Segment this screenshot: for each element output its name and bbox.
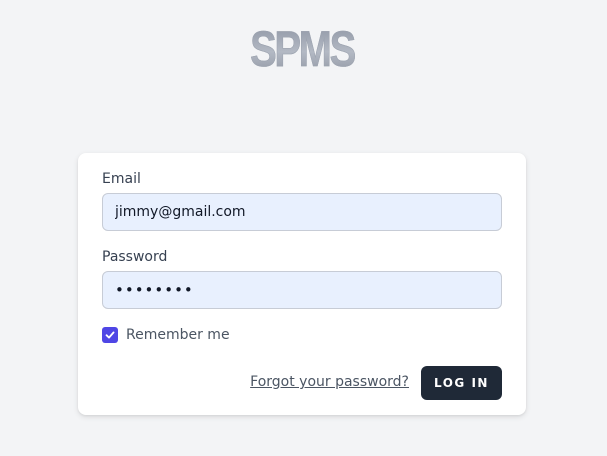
email-field[interactable]: [102, 193, 502, 231]
login-card: Email Password Remember me Forgot your p…: [78, 153, 526, 415]
password-label: Password: [102, 249, 168, 265]
forgot-password-link[interactable]: Forgot your password?: [250, 374, 409, 390]
login-button[interactable]: LOG IN: [421, 366, 502, 400]
remember-checkbox[interactable]: [102, 327, 118, 343]
email-label: Email: [102, 171, 141, 187]
check-icon: [105, 331, 115, 339]
app-logo: SPMS: [60, 20, 543, 78]
remember-label: Remember me: [126, 327, 230, 343]
remember-me[interactable]: Remember me: [102, 326, 230, 344]
password-field[interactable]: [102, 271, 502, 309]
login-page: SPMS Email Password Remember me Forgot y…: [0, 0, 607, 456]
